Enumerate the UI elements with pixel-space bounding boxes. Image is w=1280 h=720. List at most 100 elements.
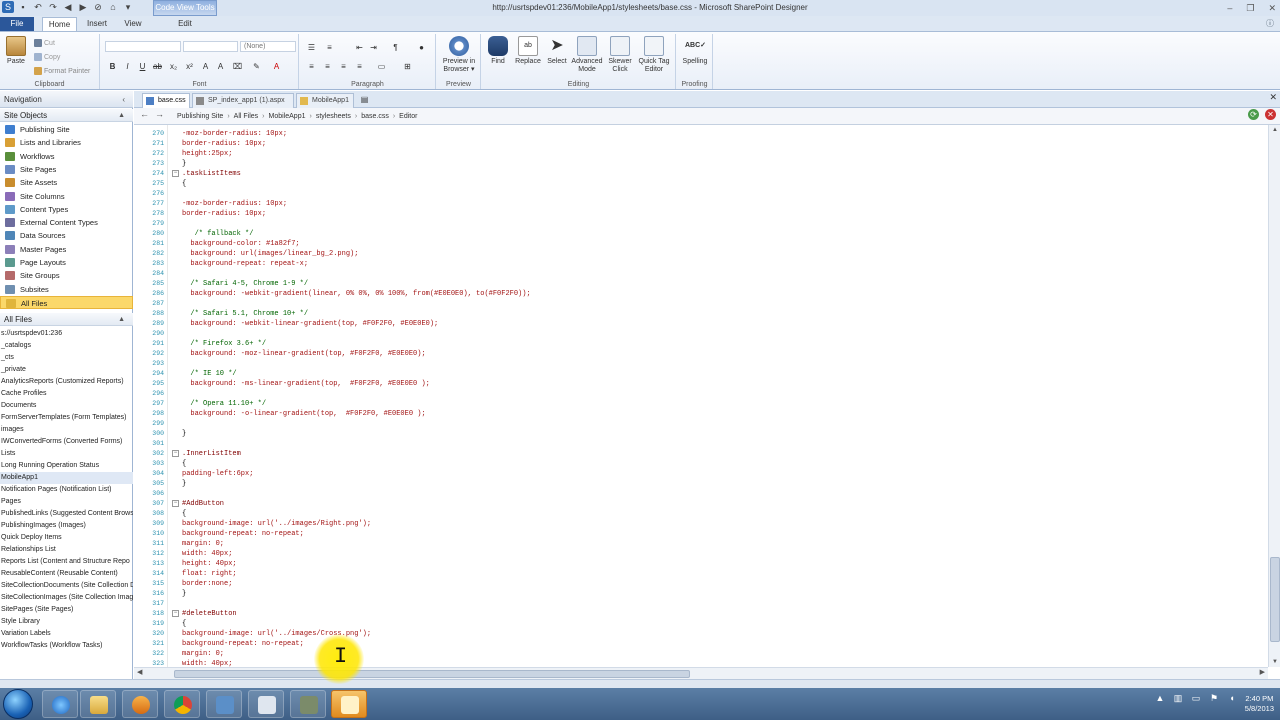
file-tree-item[interactable]: SitePages (Site Pages) — [0, 604, 133, 616]
code-line[interactable]: margin: 0; — [182, 649, 224, 659]
code-line[interactable]: background-repeat: no-repeat; — [182, 639, 304, 649]
scroll-up-icon[interactable]: ▲ — [1270, 125, 1280, 135]
file-tree-item[interactable]: Relationships List — [0, 544, 133, 556]
numbering-icon[interactable]: ≡ — [324, 42, 335, 53]
site-object-site-assets[interactable]: Site Assets — [0, 176, 133, 189]
site-object-site-groups[interactable]: Site Groups — [0, 269, 133, 282]
bold-icon[interactable]: B — [107, 61, 118, 72]
tray-volume-icon[interactable]: ◖ — [1226, 692, 1238, 704]
code-line[interactable]: height:25px; — [182, 149, 232, 159]
code-line[interactable]: #deleteButton — [182, 609, 237, 619]
save-icon[interactable]: ▪ — [17, 1, 29, 13]
file-tree-item[interactable]: Documents — [0, 400, 133, 412]
taskbar-clock[interactable]: 2:40 PM 5/8/2013 — [1245, 694, 1274, 714]
file-tree-item[interactable]: Quick Deploy Items — [0, 532, 133, 544]
file-tree-item[interactable]: AnalyticsReports (Customized Reports) — [0, 376, 133, 388]
site-object-all-files[interactable]: All Files — [0, 295, 133, 309]
code-line[interactable]: background: url(images/linear_bg_2.png); — [182, 249, 358, 259]
tab-edit[interactable]: Edit — [170, 17, 200, 32]
breadcrumb-editor[interactable]: Editor — [399, 111, 417, 122]
breadcrumb-stylesheets[interactable]: stylesheets — [316, 111, 351, 122]
grow-font-icon[interactable]: A — [200, 61, 211, 72]
fold-toggle-icon[interactable]: − — [172, 170, 179, 177]
scroll-down-icon[interactable]: ▼ — [1270, 657, 1280, 667]
site-object-lists-and-libraries[interactable]: Lists and Libraries — [0, 136, 133, 149]
file-tree-item[interactable]: PublishingImages (Images) — [0, 520, 133, 532]
code-line[interactable]: padding-left:6px; — [182, 469, 253, 479]
code-line[interactable]: .taskListItems — [182, 169, 241, 179]
code-line[interactable]: background: -moz-linear-gradient(top, #F… — [182, 349, 425, 359]
code-line[interactable]: background: -webkit-gradient(linear, 0% … — [182, 289, 530, 299]
align-right-icon[interactable]: ≡ — [338, 61, 349, 72]
taskbar-media-player[interactable] — [122, 690, 158, 718]
taskbar-sharepoint-designer[interactable] — [331, 690, 367, 718]
refresh-icon[interactable]: ⟳ — [1248, 109, 1259, 120]
quick-tag-editor-button[interactable]: Quick Tag Editor — [635, 36, 673, 74]
tray-network-icon[interactable]: ▥ — [1172, 692, 1184, 704]
cut-button[interactable]: Cut — [34, 39, 55, 47]
file-tree-item[interactable]: Lists — [0, 448, 133, 460]
code-line[interactable]: { — [182, 619, 186, 629]
site-object-page-layouts[interactable]: Page Layouts — [0, 256, 133, 269]
file-tree-item[interactable]: s://usrtspdev01:236 — [0, 328, 133, 340]
code-line[interactable]: /* Safari 5.1, Chrome 10+ */ — [182, 309, 308, 319]
tab-base-css[interactable]: base.css — [142, 93, 190, 108]
code-line[interactable]: height: 40px; — [182, 559, 237, 569]
app-icon[interactable]: S — [2, 1, 14, 13]
scroll-right-icon[interactable]: ▶ — [1260, 668, 1265, 676]
code-line[interactable]: #AddButton — [182, 499, 224, 509]
code-line[interactable]: background-color: #1a82f7; — [182, 239, 299, 249]
site-object-workflows[interactable]: Workflows — [0, 150, 133, 163]
file-tree-item[interactable]: ReusableContent (Reusable Content) — [0, 568, 133, 580]
code-line[interactable]: background: -webkit-linear-gradient(top,… — [182, 319, 438, 329]
stop-icon[interactable]: ✕ — [1265, 109, 1276, 120]
all-files-header[interactable]: All Files ▲ — [0, 313, 133, 326]
code-line[interactable]: background: -ms-linear-gradient(top, #F0… — [182, 379, 429, 389]
file-tree-item[interactable]: Notification Pages (Notification List) — [0, 484, 133, 496]
start-button[interactable] — [3, 689, 33, 719]
code-line[interactable]: width: 40px; — [182, 659, 232, 667]
superscript-icon[interactable]: x² — [184, 61, 195, 72]
breadcrumb-base-css[interactable]: base.css — [361, 111, 389, 122]
underline-icon[interactable]: U — [137, 61, 148, 72]
stop-icon[interactable]: ⊘ — [92, 1, 104, 13]
clear-formatting-icon[interactable]: ⌧ — [232, 61, 243, 72]
code-line[interactable]: /* fallback */ — [182, 229, 254, 239]
paste-button[interactable]: Paste — [4, 36, 28, 66]
breadcrumb-all-files[interactable]: All Files — [234, 111, 259, 122]
file-tree-item[interactable]: PublishedLinks (Suggested Content Brows — [0, 508, 133, 520]
code-line[interactable]: background: -o-linear-gradient(top, #F0F… — [182, 409, 425, 419]
code-line[interactable]: -moz-border-radius: 10px; — [182, 199, 287, 209]
site-object-content-types[interactable]: Content Types — [0, 203, 133, 216]
code-line[interactable]: background-repeat: repeat-x; — [182, 259, 308, 269]
file-tree-item[interactable]: Cache Profiles — [0, 388, 133, 400]
forward-arrow-icon[interactable]: → — [155, 109, 164, 119]
redo-icon[interactable]: ↷ — [47, 1, 59, 13]
preview-in-browser-button[interactable]: Preview in Browser ▾ — [439, 36, 479, 74]
collapse-pane-icon[interactable]: ‹ — [122, 91, 125, 108]
scroll-left-icon[interactable]: ◀ — [137, 668, 142, 676]
code-line[interactable]: } — [182, 429, 186, 439]
increase-indent-icon[interactable]: ⇥ — [368, 42, 379, 53]
file-tree-item[interactable]: _cts — [0, 352, 133, 364]
skewer-click-button[interactable]: Skewer Click — [605, 36, 635, 74]
close-icon[interactable]: ✕ — [1268, 0, 1276, 16]
file-tree-item[interactable]: SiteCollectionDocuments (Site Collection… — [0, 580, 133, 592]
code-line[interactable]: width: 40px; — [182, 549, 232, 559]
undo-icon[interactable]: ↶ — [32, 1, 44, 13]
tab-mobileapp1[interactable]: MobileApp1 — [296, 93, 354, 108]
justify-icon[interactable]: ≡ — [354, 61, 365, 72]
code-line[interactable]: /* Firefox 3.6+ */ — [182, 339, 266, 349]
show-tags-icon[interactable]: ● — [416, 42, 427, 53]
borders-icon[interactable]: ▭ — [376, 61, 387, 72]
site-object-master-pages[interactable]: Master Pages — [0, 243, 133, 256]
spelling-button[interactable]: ABC✓ Spelling — [679, 36, 711, 66]
decrease-indent-icon[interactable]: ⇤ — [354, 42, 365, 53]
tray-flag-icon[interactable]: ⚑ — [1208, 692, 1220, 704]
tabs-menu-icon[interactable]: ▤ — [359, 94, 370, 105]
file-tree-item[interactable]: IWConvertedForms (Converted Forms) — [0, 436, 133, 448]
file-tree-item[interactable]: _catalogs — [0, 340, 133, 352]
font-size-dropdown[interactable] — [183, 41, 238, 52]
code-line[interactable]: } — [182, 159, 186, 169]
subscript-icon[interactable]: x₂ — [168, 61, 179, 72]
